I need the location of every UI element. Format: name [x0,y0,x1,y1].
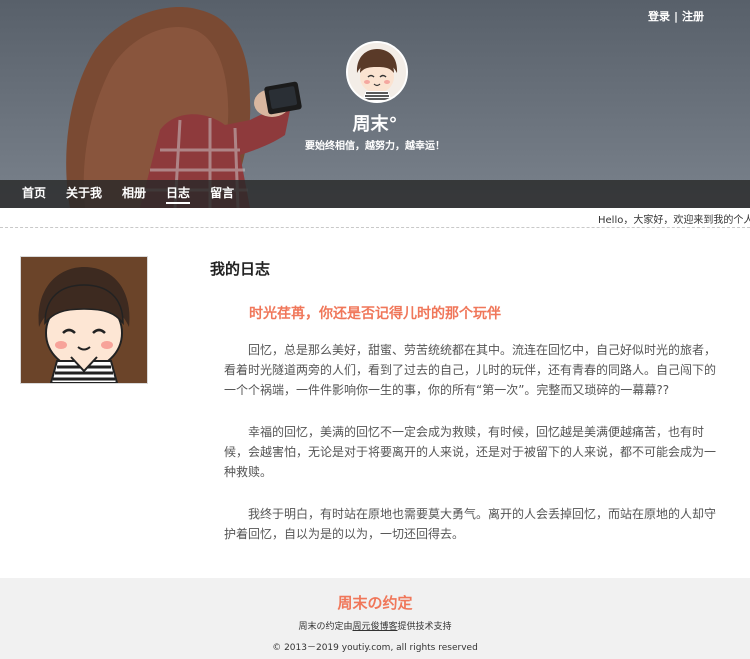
nav-item-guestbook[interactable]: 留言 [200,180,244,208]
article-title[interactable]: 时光荏苒，你还是否记得儿时的那个玩伴 [210,303,540,323]
site-motto: 要始终相信，越努力，越幸运！ [305,141,445,152]
footer-support: 周末の约定由周元俊博客提供技术支持 [0,619,750,632]
footer-brand: 周末の约定 [337,594,413,612]
article-body: 回忆，总是那么美好，甜蜜、劳苦统统都在其中。流连在回忆中，自己好似时光的旅者，看… [224,340,724,566]
nav-item-journal[interactable]: 日志 [156,180,200,208]
profile-avatar [20,256,148,384]
nav-item-album[interactable]: 相册 [112,180,156,208]
cartoon-boy-icon [348,43,406,101]
site-name: 周末° [352,114,398,135]
footer: 周末の约定 周末の约定由周元俊博客提供技术支持 © 2013－2019 yout… [0,578,750,659]
footer-copyright: © 2013－2019 youtiy.com, all rights reser… [272,643,478,653]
nav-item-about[interactable]: 关于我 [56,180,112,208]
article-paragraph: 回忆，总是那么美好，甜蜜、劳苦统统都在其中。流连在回忆中，自己好似时光的旅者，看… [224,343,717,397]
main-nav: 首页 关于我 相册 日志 留言 [0,180,750,208]
article-paragraph: 我终于明白，有时站在原地也需要莫大勇气。离开的人会丢掉回忆，而站在原地的人却守护… [224,507,717,541]
hero-avatar[interactable] [346,41,408,103]
article-paragraph: 幸福的回忆，美满的回忆不一定会成为救赎，有时候，回忆越是美满便越痛苦，也有时候，… [224,425,717,479]
banner-photo [0,0,750,208]
footer-support-suffix: 提供技术支持 [397,622,452,632]
footer-support-prefix: 周末の约定由 [298,622,353,632]
page-title: 我的日志 [210,260,271,278]
login-link[interactable]: 登录 [648,10,670,23]
auth-separator: | [673,10,678,23]
cartoon-boy-icon [21,257,147,383]
nav-item-home[interactable]: 首页 [12,180,56,208]
welcome-marquee: Hello，大家好，欢迎来到我的个人 [0,209,750,228]
header-banner: 登录 | 注册 周末° 要始终相信，越努力，越幸运！ 首页 关于我 相册 日志 留言 [0,0,750,208]
footer-support-link[interactable]: 周元俊博客 [352,622,397,632]
register-link[interactable]: 注册 [682,10,704,23]
welcome-text: Hello，大家好，欢迎来到我的个人 [598,215,750,226]
auth-links: 登录 | 注册 [648,8,704,24]
